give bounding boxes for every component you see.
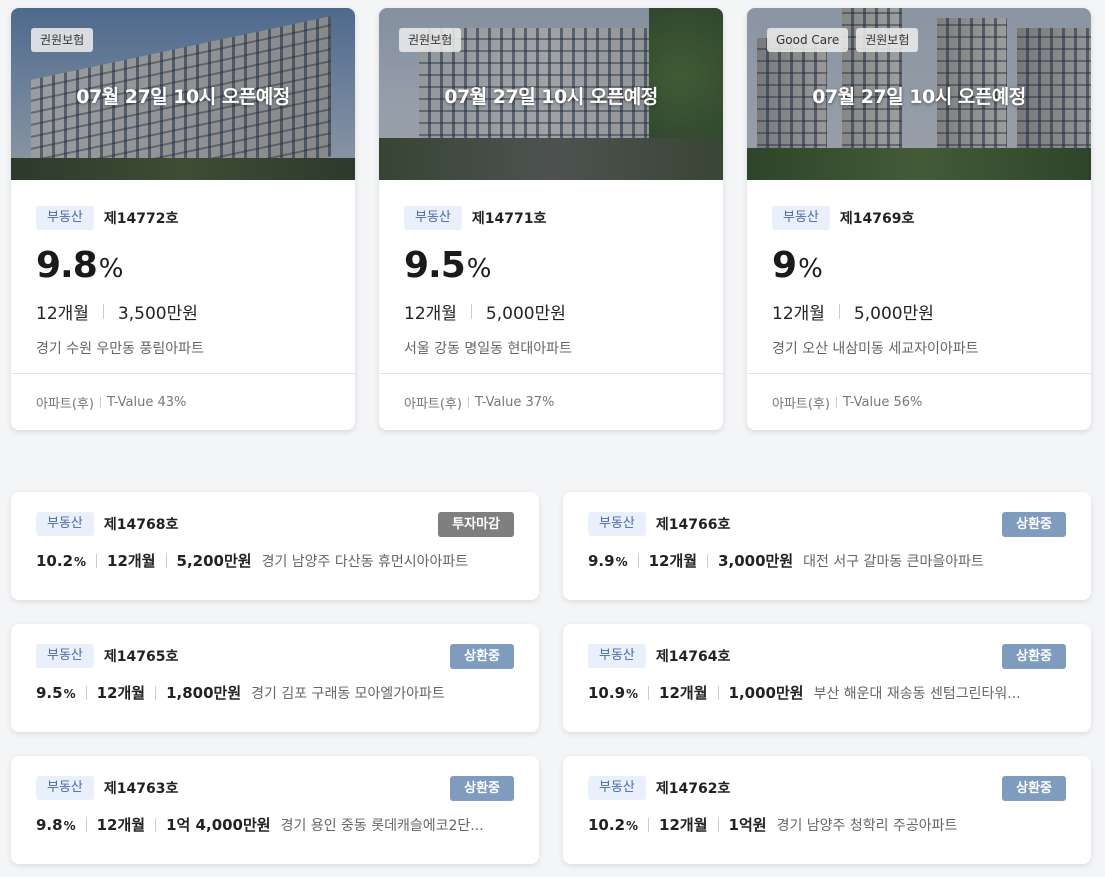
featured-product-card[interactable]: Good Care 권원보험 07월 27일 10시 오픈예정 부동산 제147… [747, 8, 1091, 430]
t-value: T-Value 56% [842, 394, 923, 410]
t-value: T-Value 37% [474, 394, 555, 410]
product-list-item[interactable]: 부동산 제14766호 상환중 9.9% 12개월 3,000만원 대전 서구 … [563, 492, 1091, 600]
loan-amount: 3,000만원 [718, 552, 794, 570]
loan-amount: 1,000만원 [728, 684, 804, 702]
interest-rate: 9.9% [588, 551, 628, 570]
property-address: 부산 해운대 재송동 센텀그린타워... [813, 685, 1021, 702]
product-number: 제14769호 [839, 211, 915, 227]
status-badge: 상환중 [450, 776, 514, 801]
category-badge: 부동산 [404, 206, 462, 230]
property-address: 경기 수원 우만동 풍림아파트 [36, 341, 204, 357]
loan-amount: 5,000만원 [853, 304, 934, 324]
status-badge: 투자마감 [438, 512, 514, 537]
product-number: 제14768호 [103, 517, 179, 533]
product-list-item[interactable]: 부동산 제14764호 상환중 10.9% 12개월 1,000만원 부산 해운… [563, 624, 1091, 732]
open-schedule-label: 07월 27일 10시 오픈예정 [76, 86, 290, 108]
interest-rate: 9.8% [36, 815, 76, 834]
product-list-item[interactable]: 부동산 제14768호 투자마감 10.2% 12개월 5,200만원 경기 남… [11, 492, 539, 600]
apartment-photo: 권원보험 07월 27일 10시 오픈예정 [379, 8, 723, 180]
interest-rate: 9.8% [36, 245, 123, 286]
tag-badge: Good Care [767, 28, 849, 52]
loan-amount: 1,800만원 [166, 684, 242, 702]
property-type: 아파트(후) [404, 396, 462, 412]
featured-product-card[interactable]: 권원보험 07월 27일 10시 오픈예정 부동산 제14771호 9.5% 1… [379, 8, 723, 430]
property-address: 서울 강동 명일동 현대아파트 [404, 341, 572, 357]
status-badge: 상환중 [1002, 644, 1066, 669]
tag-badge: 권원보험 [399, 28, 462, 52]
category-badge: 부동산 [588, 644, 646, 668]
property-address: 경기 남양주 청학리 주공아파트 [776, 817, 958, 834]
category-badge: 부동산 [588, 776, 646, 800]
status-badge: 상환중 [1002, 512, 1066, 537]
loan-amount: 1억원 [728, 816, 767, 834]
loan-period: 12개월 [96, 684, 146, 702]
t-value: T-Value 43% [106, 394, 187, 410]
loan-period: 12개월 [96, 816, 146, 834]
product-list-item[interactable]: 부동산 제14762호 상환중 10.2% 12개월 1억원 경기 남양주 청학… [563, 756, 1091, 864]
product-number: 제14763호 [103, 781, 179, 797]
open-schedule-label: 07월 27일 10시 오픈예정 [812, 86, 1026, 108]
interest-rate: 10.2% [36, 551, 87, 570]
category-badge: 부동산 [36, 644, 94, 668]
loan-amount: 1억 4,000만원 [166, 816, 271, 834]
loan-period: 12개월 [404, 304, 457, 324]
apartment-photo: 권원보험 07월 27일 10시 오픈예정 [11, 8, 355, 180]
property-address: 경기 용인 중동 롯데캐슬에코2단... [280, 817, 484, 834]
property-address: 경기 오산 내삼미동 세교자이아파트 [772, 341, 979, 357]
loan-amount: 3,500만원 [117, 304, 198, 324]
product-number: 제14772호 [103, 211, 179, 227]
product-list-item[interactable]: 부동산 제14765호 상환중 9.5% 12개월 1,800만원 경기 김포 … [11, 624, 539, 732]
product-number: 제14766호 [655, 517, 731, 533]
loan-period: 12개월 [659, 816, 708, 834]
category-badge: 부동산 [36, 776, 94, 800]
product-list-page: 권원보험 07월 27일 10시 오픈예정 부동산 제14772호 9.8% 1… [0, 0, 1105, 877]
interest-rate: 9.5% [404, 245, 491, 286]
interest-rate: 9% [772, 245, 823, 286]
interest-rate: 10.9% [588, 683, 639, 702]
interest-rate: 10.2% [588, 815, 639, 834]
product-list-item[interactable]: 부동산 제14763호 상환중 9.8% 12개월 1억 4,000만원 경기 … [11, 756, 539, 864]
loan-amount: 5,200만원 [176, 552, 252, 570]
loan-period: 12개월 [648, 552, 698, 570]
open-schedule-label: 07월 27일 10시 오픈예정 [444, 86, 658, 108]
product-number: 제14762호 [655, 781, 731, 797]
loan-amount: 5,000만원 [485, 304, 566, 324]
loan-period: 12개월 [659, 684, 708, 702]
status-badge: 상환중 [1002, 776, 1066, 801]
product-number: 제14771호 [471, 211, 547, 227]
category-badge: 부동산 [36, 512, 94, 536]
tag-badge: 권원보험 [856, 28, 919, 52]
loan-period: 12개월 [36, 304, 89, 324]
property-address: 대전 서구 갈마동 큰마을아파트 [803, 553, 984, 570]
product-number: 제14765호 [103, 649, 179, 665]
loan-period: 12개월 [772, 304, 825, 324]
category-badge: 부동산 [772, 206, 830, 230]
featured-product-card[interactable]: 권원보험 07월 27일 10시 오픈예정 부동산 제14772호 9.8% 1… [11, 8, 355, 430]
category-badge: 부동산 [36, 206, 94, 230]
property-type: 아파트(후) [772, 396, 830, 412]
property-address: 경기 남양주 다산동 휴먼시아아파트 [261, 553, 469, 570]
apartment-photo: Good Care 권원보험 07월 27일 10시 오픈예정 [747, 8, 1091, 180]
category-badge: 부동산 [588, 512, 646, 536]
loan-period: 12개월 [107, 552, 156, 570]
status-badge: 상환중 [450, 644, 514, 669]
property-address: 경기 김포 구래동 모아엘가아파트 [251, 685, 445, 702]
tag-badge: 권원보험 [31, 28, 94, 52]
product-number: 제14764호 [655, 649, 731, 665]
property-type: 아파트(후) [36, 396, 94, 412]
interest-rate: 9.5% [36, 683, 76, 702]
